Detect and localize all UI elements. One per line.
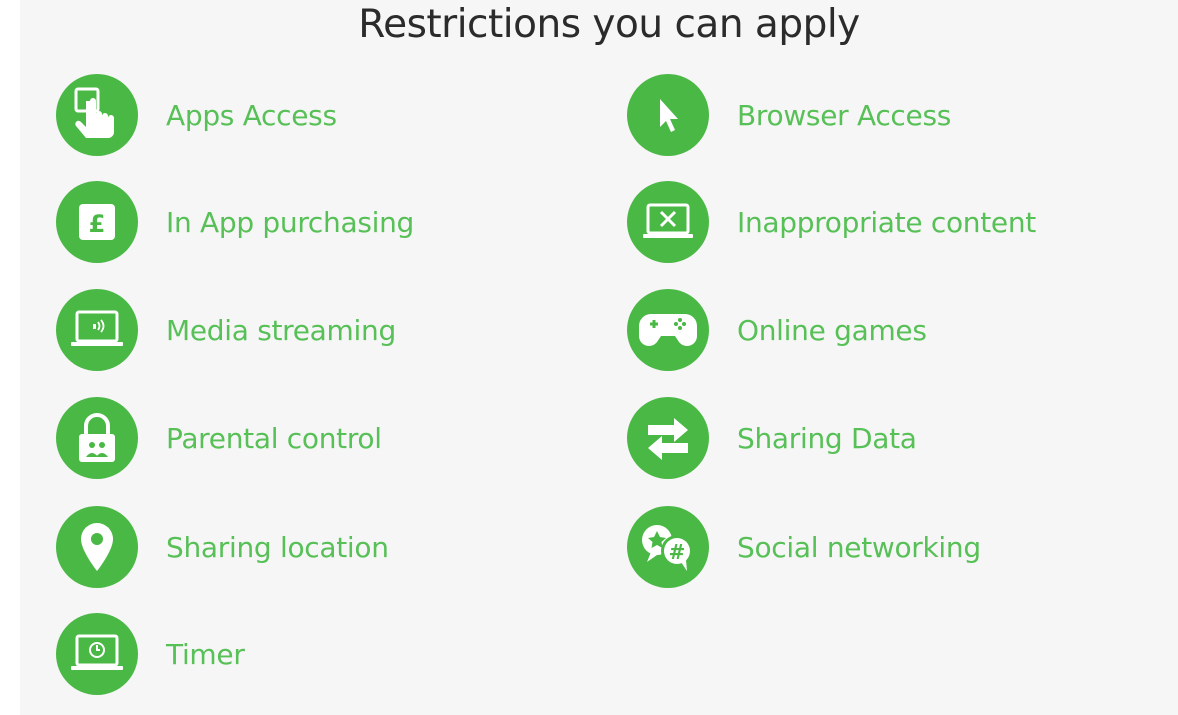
restriction-label: Sharing location — [166, 530, 389, 564]
restriction-online-games: Online games — [627, 288, 1147, 372]
restriction-sharing-location: Sharing location — [56, 505, 576, 589]
chat-hashtag-icon: # — [627, 506, 709, 588]
map-pin-icon — [56, 506, 138, 588]
restriction-media-streaming: Media streaming — [56, 288, 576, 372]
exchange-arrows-icon — [627, 397, 709, 479]
laptop-stream-icon — [56, 289, 138, 371]
restriction-label: Media streaming — [166, 313, 396, 347]
section-title: Restrictions you can apply — [358, 2, 860, 47]
restrictions-panel: Restrictions you can apply Apps Access B… — [20, 0, 1178, 715]
restriction-label: Inappropriate content — [737, 205, 1036, 239]
cursor-arrow-icon — [627, 74, 709, 156]
blocked-screen-icon — [627, 181, 709, 263]
pound-sign-icon: £ — [56, 181, 138, 263]
gamepad-icon — [627, 289, 709, 371]
restriction-timer: Timer — [56, 612, 576, 696]
restriction-label: Browser Access — [737, 98, 952, 132]
restriction-label: In App purchasing — [166, 205, 415, 239]
restriction-parental-control: Parental control — [56, 396, 576, 480]
svg-text:£: £ — [89, 210, 106, 238]
restriction-browser-access: Browser Access — [627, 73, 1147, 157]
restriction-social-networking: # Social networking — [627, 505, 1147, 589]
laptop-clock-icon — [56, 613, 138, 695]
restriction-label: Parental control — [166, 421, 382, 455]
restriction-sharing-data: Sharing Data — [627, 396, 1147, 480]
restriction-apps-access: Apps Access — [56, 73, 576, 157]
restriction-label: Sharing Data — [737, 421, 917, 455]
restriction-label: Apps Access — [166, 98, 337, 132]
padlock-icon — [56, 397, 138, 479]
restriction-label: Timer — [166, 637, 245, 671]
restriction-in-app-purchasing: £ In App purchasing — [56, 180, 576, 264]
restriction-label: Social networking — [737, 530, 981, 564]
svg-text:#: # — [669, 540, 686, 564]
restriction-label: Online games — [737, 313, 927, 347]
hand-pointer-icon — [56, 74, 138, 156]
restriction-inappropriate-content: Inappropriate content — [627, 180, 1147, 264]
